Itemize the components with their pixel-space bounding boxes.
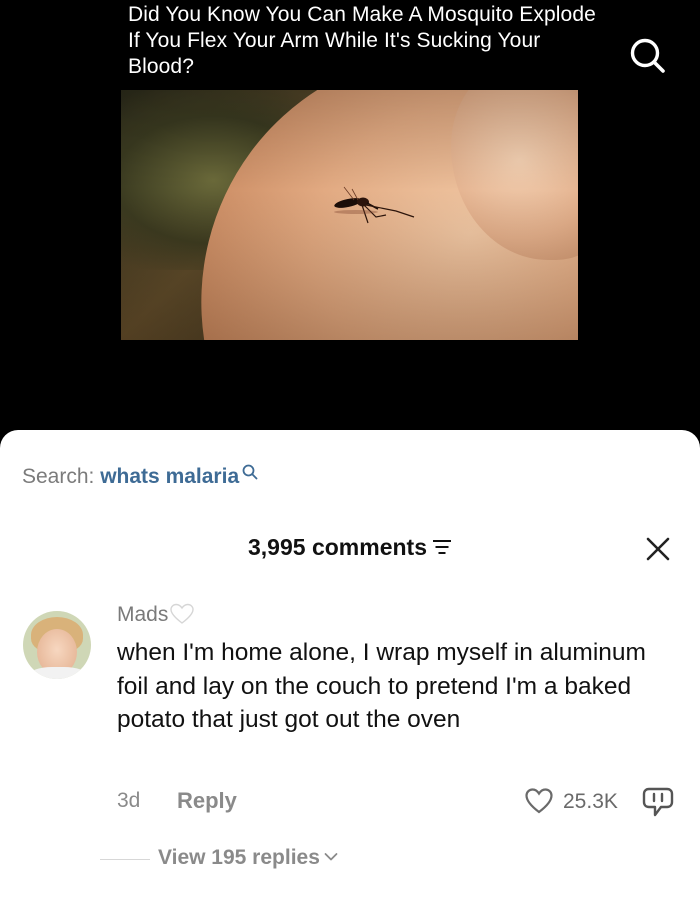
avatar[interactable] [23, 611, 91, 679]
comment-username[interactable]: Mads [117, 601, 195, 629]
view-replies-button[interactable]: View 195 replies [158, 846, 338, 870]
comment-text: when I'm home alone, I wrap myself in al… [117, 639, 646, 733]
chevron-down-icon [324, 853, 338, 861]
search-icon[interactable] [626, 34, 668, 76]
dislike-icon[interactable] [641, 785, 675, 819]
heart-outline-icon [170, 603, 195, 624]
search-suggestion[interactable]: Search: whats malaria [22, 463, 259, 491]
reply-button[interactable]: Reply [177, 788, 237, 814]
comments-header: 3,995 comments [0, 532, 700, 562]
like-count: 25.3K [563, 790, 618, 813]
search-query-link[interactable]: whats malaria [100, 465, 239, 488]
filter-icon[interactable] [432, 538, 452, 556]
comment-count: 3,995 comments [248, 534, 427, 560]
search-icon [242, 464, 258, 480]
replies-divider [100, 859, 150, 860]
heart-icon[interactable] [524, 786, 554, 816]
video-title: Did You Know You Can Make A Mosquito Exp… [128, 3, 596, 78]
video-area[interactable]: Did You Know You Can Make A Mosquito Exp… [0, 0, 700, 445]
search-label: Search: [22, 465, 95, 488]
view-replies-label: View 195 replies [158, 846, 320, 869]
username-text: Mads [117, 603, 169, 626]
video-thumbnail[interactable] [121, 90, 578, 340]
comment-time: 3d [117, 789, 141, 812]
close-icon[interactable] [645, 536, 671, 562]
